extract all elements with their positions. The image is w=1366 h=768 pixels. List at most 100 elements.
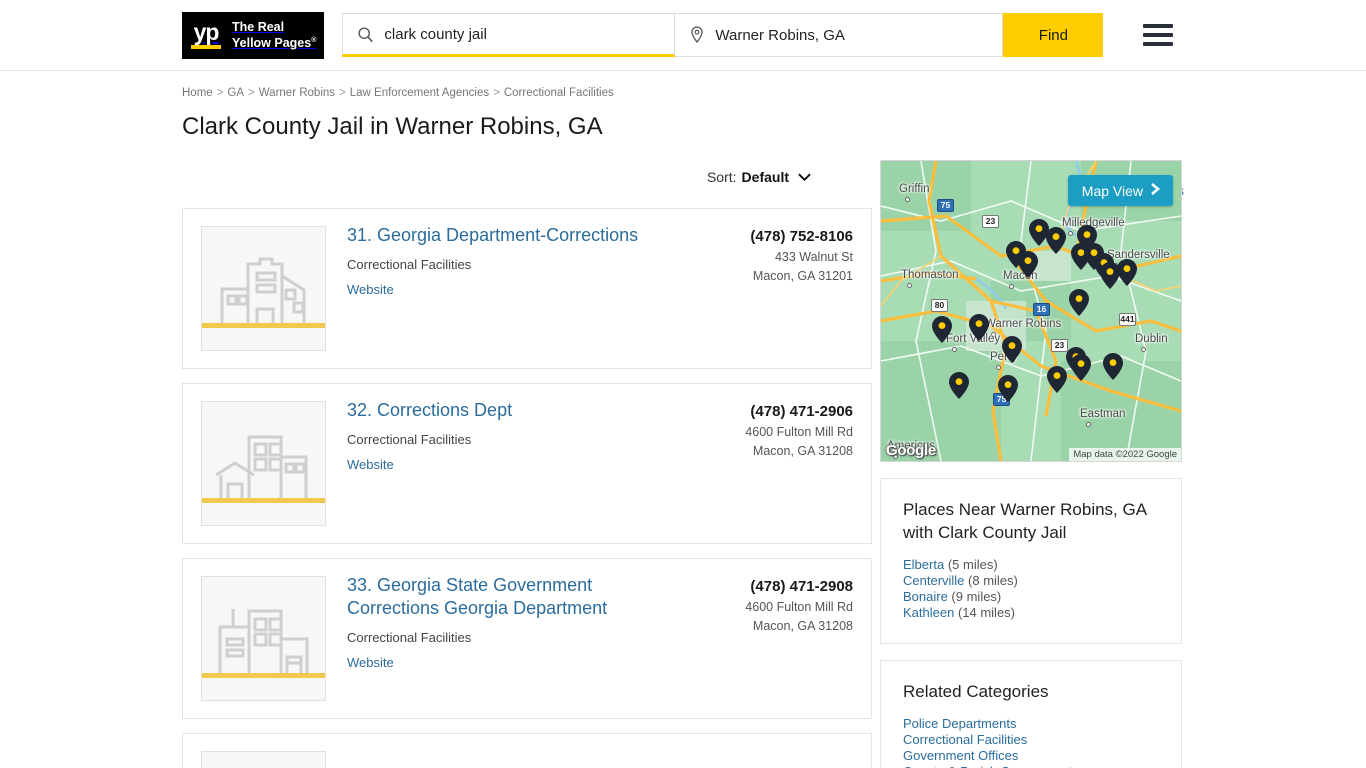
city-state-zip: Macon, GA 31208	[752, 619, 853, 633]
results-map[interactable]: Griffin Milledgeville Sandersville Thomasto…	[880, 160, 1182, 462]
map-pin[interactable]	[1117, 259, 1137, 286]
business-name-link[interactable]: 33. Georgia State Government Corrections…	[347, 574, 673, 620]
result-listing[interactable]: 31. Georgia Department-Corrections Corre…	[182, 208, 872, 369]
website-link[interactable]: Website	[347, 282, 394, 297]
business-name-link[interactable]: 32. Corrections Dept	[347, 399, 673, 422]
map-view-button[interactable]: Map View	[1067, 175, 1173, 206]
breadcrumb-item-warner-robins[interactable]: Warner Robins	[259, 87, 335, 99]
yp-logo-mark: yp	[188, 16, 224, 54]
yp-logo-underline	[191, 45, 221, 49]
map-city-dot	[907, 283, 912, 288]
result-listing[interactable]: 33. Georgia State Government Corrections…	[182, 558, 872, 719]
find-button[interactable]: Find	[1003, 13, 1104, 57]
results-column: Sort: Default 31. Georgia Department-Cor…	[182, 160, 872, 768]
location-input[interactable]	[715, 14, 1003, 56]
map-city-dot	[1141, 347, 1146, 352]
website-link[interactable]: Website	[347, 457, 394, 472]
related-categories-title: Related Categories	[903, 682, 1049, 701]
map-pin[interactable]	[1069, 289, 1089, 316]
breadcrumb-item-correctional-facilities[interactable]: Correctional Facilities	[504, 87, 614, 99]
sort-control[interactable]: Sort: Default	[182, 160, 872, 194]
breadcrumb-separator: >	[248, 87, 255, 99]
website-link[interactable]: Website	[347, 655, 394, 670]
phone-number[interactable]: (478) 471-2906	[673, 402, 853, 421]
map-pin[interactable]	[1002, 336, 1022, 363]
places-near-link[interactable]: Kathleen	[903, 605, 954, 620]
related-category-item: Correctional Facilities	[903, 732, 1159, 748]
map-pin[interactable]	[1071, 354, 1091, 381]
chevron-down-icon[interactable]	[797, 172, 812, 182]
map-route-shield: 75	[937, 199, 954, 212]
related-category-link[interactable]: Police Departments	[903, 716, 1016, 731]
map-route-shield: 80	[931, 299, 948, 312]
business-category: Correctional Facilities	[347, 630, 472, 645]
sort-label: Sort:	[706, 169, 737, 185]
street-address: 4600 Fulton Mill Rd	[745, 600, 853, 614]
breadcrumb-item-law-enforcement-agencies[interactable]: Law Enforcement Agencies	[350, 87, 489, 99]
yp-logo-text: The Real Yellow Pages®	[232, 20, 316, 50]
search-icon	[357, 26, 374, 43]
map-route-shield: 16	[1033, 303, 1050, 316]
street-address: 4600 Fulton Mill Rd	[745, 425, 853, 439]
city-state-zip: Macon, GA 31208	[752, 444, 853, 458]
map-pin[interactable]	[1103, 353, 1123, 380]
map-pin[interactable]	[998, 375, 1018, 402]
breadcrumb-separator: >	[493, 87, 500, 99]
hamburger-menu-icon[interactable]	[1143, 24, 1174, 46]
phone-number[interactable]: (478) 752-8106	[673, 227, 853, 246]
places-near-distance: (14 miles)	[954, 605, 1016, 620]
related-category-link[interactable]: County & Parish Government	[903, 764, 1072, 768]
google-watermark: Google	[886, 442, 936, 459]
building-placeholder-icon	[201, 226, 326, 351]
result-listing[interactable]	[182, 733, 872, 768]
places-near-link[interactable]: Bonaire	[903, 589, 948, 604]
yp-logo-letters: yp	[193, 19, 220, 45]
result-info: 33. Georgia State Government Corrections…	[347, 574, 673, 701]
places-near-item: Centerville (8 miles)	[903, 573, 1159, 589]
map-view-label: Map View	[1081, 182, 1143, 199]
map-pin[interactable]	[1047, 366, 1067, 393]
hamburger-bar-3	[1143, 42, 1174, 46]
sort-value: Default	[741, 169, 789, 185]
breadcrumb-separator: >	[339, 87, 346, 99]
result-info: 32. Corrections Dept Correctional Facili…	[347, 399, 673, 526]
yp-logo[interactable]: yp The Real Yellow Pages®	[182, 11, 325, 59]
map-pin[interactable]	[969, 314, 989, 341]
breadcrumb-item-home[interactable]: Home	[182, 87, 213, 99]
map-pin[interactable]	[949, 372, 969, 399]
places-near-title: Places Near Warner Robins, GA with Clark…	[903, 500, 1147, 542]
related-category-link[interactable]: Government Offices	[903, 748, 1018, 763]
phone-number[interactable]: (478) 471-2908	[673, 577, 853, 596]
places-near-item: Kathleen (14 miles)	[903, 605, 1159, 621]
related-category-link[interactable]: Correctional Facilities	[903, 732, 1027, 747]
yp-logo-trademark: ®	[311, 36, 317, 44]
places-near-distance: (8 miles)	[964, 573, 1018, 588]
map-pin[interactable]	[1046, 227, 1066, 254]
city-placeholder-icon	[201, 576, 326, 701]
map-city-label: Thomaston	[901, 269, 959, 281]
map-city-label: Warner Robins	[985, 318, 1062, 330]
places-near-link[interactable]: Elberta	[903, 557, 944, 572]
hamburger-bar-2	[1143, 33, 1174, 37]
sidebar-column: Griffin Milledgeville Sandersville Thomasto…	[880, 160, 1182, 768]
places-near-link[interactable]: Centerville	[903, 573, 964, 588]
map-city-dot	[1009, 284, 1014, 289]
map-pin[interactable]	[932, 316, 952, 343]
business-category: Correctional Facilities	[347, 257, 472, 272]
places-near-item: Bonaire (9 miles)	[903, 589, 1159, 605]
map-background	[881, 161, 1181, 461]
breadcrumb-item-ga[interactable]: GA	[227, 87, 244, 99]
location-field[interactable]	[675, 13, 1004, 57]
result-contact: (478) 471-2908 4600 Fulton Mill Rd Macon…	[673, 576, 853, 701]
map-route-shield: 23	[982, 215, 999, 228]
search-input[interactable]	[384, 14, 675, 54]
map-route-shield: 441	[1119, 313, 1136, 326]
map-pin[interactable]	[1018, 251, 1038, 278]
house-building-placeholder-icon	[201, 401, 326, 526]
yp-logo-line1: The Real	[232, 19, 285, 34]
search-term-field[interactable]	[342, 13, 676, 57]
result-listing[interactable]: 32. Corrections Dept Correctional Facili…	[182, 383, 872, 544]
hamburger-bar-1	[1143, 24, 1174, 28]
business-name-link[interactable]: 31. Georgia Department-Corrections	[347, 224, 673, 247]
map-city-dot	[1086, 422, 1091, 427]
